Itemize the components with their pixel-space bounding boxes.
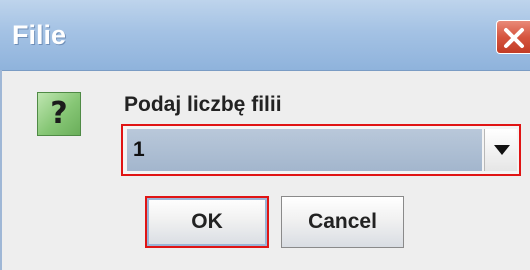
cancel-button[interactable]: Cancel <box>281 196 404 248</box>
close-icon <box>504 28 524 48</box>
triangle-down-icon <box>494 145 510 155</box>
prompt-label: Podaj liczbę filii <box>124 93 282 116</box>
question-icon: ? <box>37 92 81 136</box>
close-button[interactable] <box>496 20 530 54</box>
ok-button[interactable]: OK <box>145 196 269 248</box>
count-select-value-area[interactable]: 1 <box>127 129 482 171</box>
title-bar[interactable]: Filie <box>0 0 530 71</box>
window-border <box>0 70 2 270</box>
window-title: Filie <box>12 20 67 50</box>
count-select-value: 1 <box>133 138 145 161</box>
count-select[interactable]: 1 <box>121 124 521 176</box>
question-icon-glyph: ? <box>50 96 68 131</box>
count-select-dropdown-button[interactable] <box>484 129 517 171</box>
